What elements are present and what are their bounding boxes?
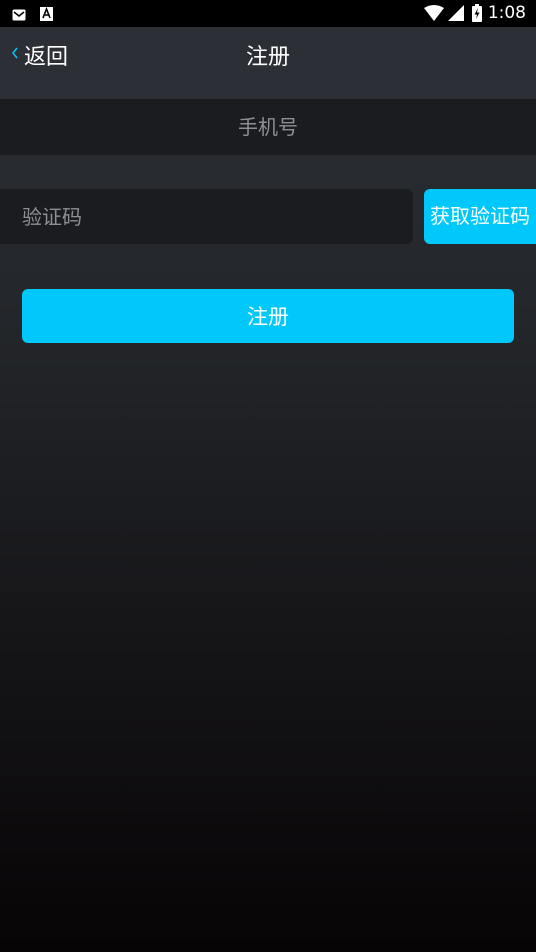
page-title: 注册 — [245, 45, 290, 70]
status-time: 1:08 — [487, 3, 526, 23]
status-bar: 1:08 — [0, 0, 536, 27]
nav-bar: 返回 注册 — [0, 27, 536, 99]
font-a-icon — [40, 6, 53, 25]
wifi-icon — [424, 5, 444, 25]
phone-input[interactable] — [0, 99, 536, 155]
code-field-container — [0, 189, 413, 244]
signal-icon — [448, 5, 464, 25]
verification-code-input[interactable] — [22, 189, 402, 244]
register-button[interactable]: 注册 — [22, 289, 514, 343]
phone-field-container — [0, 99, 536, 155]
battery-charging-icon — [472, 4, 482, 26]
mail-icon — [12, 6, 26, 25]
get-code-button[interactable]: 获取验证码 — [424, 189, 536, 244]
